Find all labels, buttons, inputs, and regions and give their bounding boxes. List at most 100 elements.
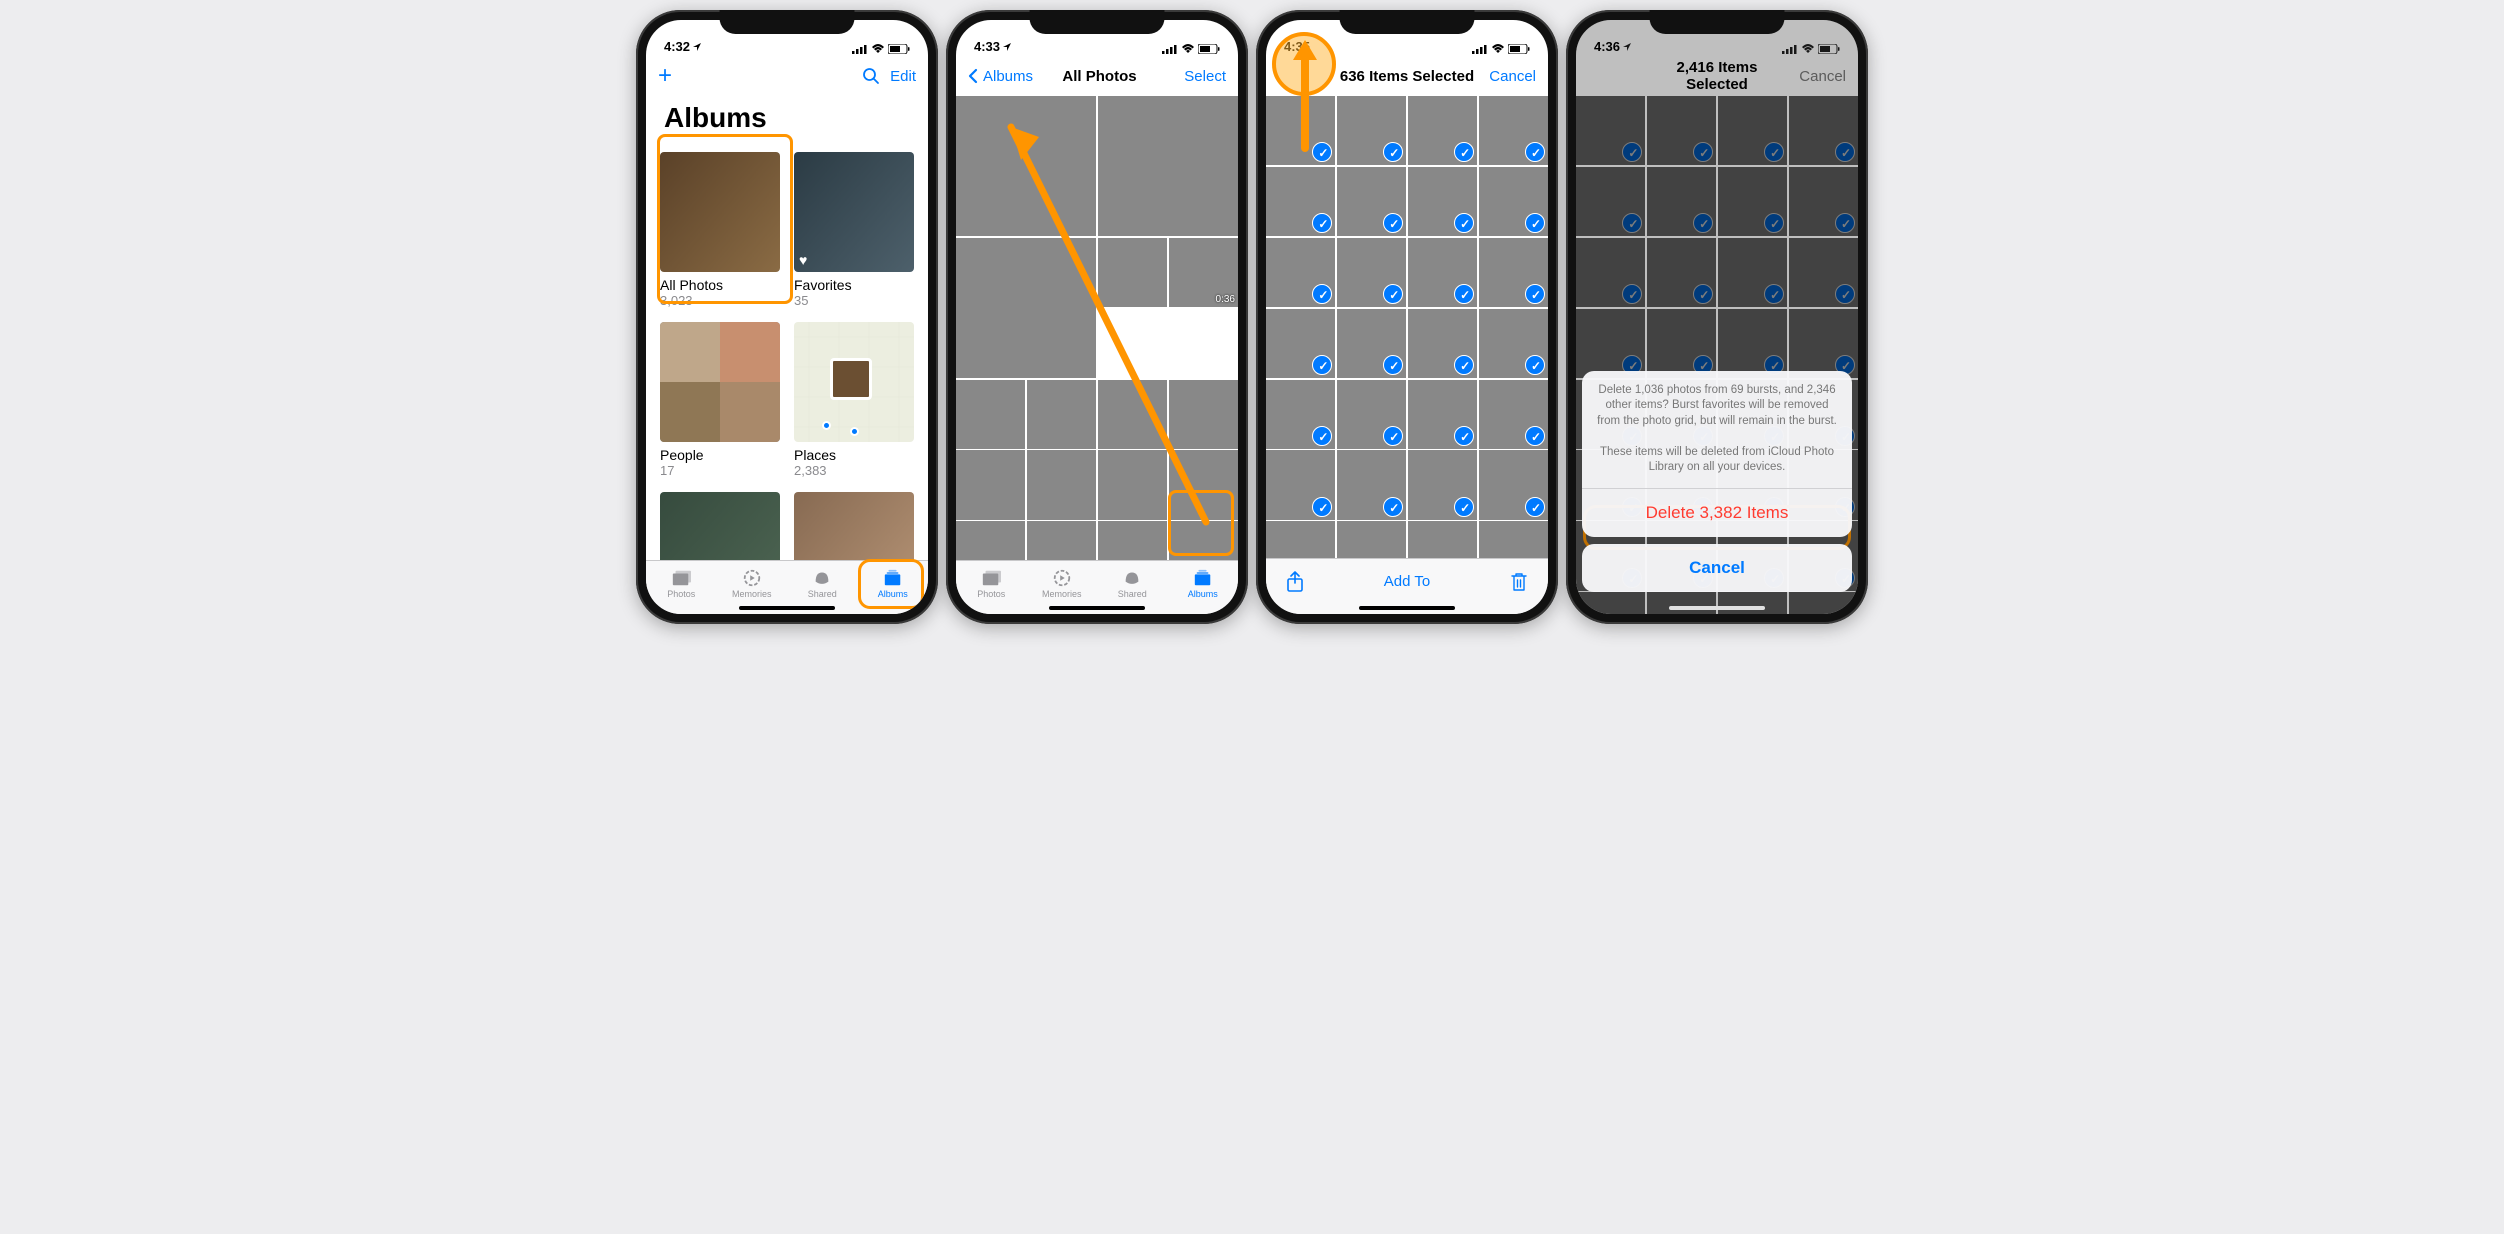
wifi-icon [1491,44,1505,54]
action-sheet-backdrop[interactable]: Delete 1,036 photos from 69 bursts, and … [1576,20,1858,614]
battery-icon [1198,44,1220,54]
photo-cell[interactable] [1408,380,1477,449]
photo-cell[interactable] [1479,380,1548,449]
photo-cell[interactable] [1098,521,1167,560]
photo-cell[interactable] [956,380,1025,449]
tab-memories[interactable]: Memories [1027,561,1098,606]
select-button[interactable]: Select [1184,68,1226,85]
photo-cell[interactable] [1337,450,1406,519]
album-tile[interactable] [660,492,780,560]
photo-cell[interactable] [1266,380,1335,449]
photo-cell[interactable] [1337,238,1406,307]
sheet-cancel-button[interactable]: Cancel [1582,544,1852,592]
tab-shared[interactable]: Shared [1097,561,1168,606]
nav-bar: Albums All Photos Select [956,56,1238,96]
delete-items-button[interactable]: Delete 3,382 Items [1582,489,1852,537]
photo-cell[interactable] [1337,309,1406,378]
tab-photos[interactable]: Photos [956,561,1027,606]
album-tile[interactable] [794,492,914,560]
home-indicator[interactable] [739,606,835,610]
photo-cell[interactable] [1337,96,1406,165]
album-favorites[interactable]: ♥ Favorites 35 [794,152,914,308]
wifi-icon [871,44,885,54]
tab-memories[interactable]: Memories [717,561,788,606]
tab-photos[interactable]: Photos [646,561,717,606]
photo-cell[interactable] [1337,167,1406,236]
home-indicator[interactable] [1049,606,1145,610]
photo-cell[interactable] [1266,96,1335,165]
photo-cell[interactable] [1027,450,1096,519]
photo-cell[interactable] [956,450,1025,519]
photo-cell[interactable] [1479,167,1548,236]
edit-button[interactable]: Edit [890,68,916,85]
photo-cell[interactable] [1098,238,1167,307]
photo-cell[interactable] [1479,521,1548,558]
back-button[interactable]: Albums [968,68,1033,85]
photo-cell[interactable] [1479,309,1548,378]
photo-cell[interactable] [1266,238,1335,307]
photo-grid-scroll[interactable] [1266,96,1548,558]
trash-icon[interactable] [1510,571,1528,593]
photo-cell[interactable] [1479,96,1548,165]
add-button[interactable]: + [658,62,672,90]
photo-cell[interactable] [956,96,1096,236]
phone-1-albums: 4:32 + Edit Albums [636,10,938,624]
cancel-button[interactable]: Cancel [1489,68,1536,85]
photo-cell[interactable] [1027,521,1096,560]
album-label: Places [794,447,914,463]
chevron-left-icon [968,68,978,84]
photo-cell[interactable] [956,521,1025,560]
location-icon [692,42,702,52]
photo-cell[interactable] [1479,238,1548,307]
notch [720,10,855,34]
annotation-ring [858,559,924,609]
photo-cell[interactable] [1027,380,1096,449]
albums-tab-icon [1192,568,1214,588]
photo-cell[interactable] [1408,309,1477,378]
photo-cell[interactable] [1408,238,1477,307]
photo-cell[interactable] [1266,167,1335,236]
cellular-icon [1162,44,1178,54]
search-icon[interactable] [862,67,880,85]
status-time: 4:32 [664,39,690,54]
album-count: 2,383 [794,463,914,478]
photo-cell[interactable] [1408,521,1477,558]
photo-cell[interactable] [1266,521,1335,558]
photo-cell[interactable] [1169,380,1238,449]
tab-shared[interactable]: Shared [787,561,858,606]
cellular-icon [1472,44,1488,54]
photo-cell[interactable] [1408,96,1477,165]
home-indicator[interactable] [1359,606,1455,610]
album-people[interactable]: People 17 [660,322,780,478]
photo-cell[interactable] [1408,167,1477,236]
notch [1650,10,1785,34]
tab-albums[interactable]: Albums [1168,561,1239,606]
wifi-icon [1181,44,1195,54]
photo-cell[interactable] [1408,450,1477,519]
share-icon[interactable] [1286,571,1304,593]
photo-cell[interactable] [1266,309,1335,378]
phone-4-delete-sheet: 4:36 2,416 Items Selected Cancel Delete … [1566,10,1868,624]
photo-cell[interactable]: 0:36 [1169,238,1238,307]
shared-tab-icon [811,568,833,588]
album-places[interactable]: Places 2,383 [794,322,914,478]
home-indicator[interactable] [1669,606,1765,610]
photo-cell[interactable] [1337,380,1406,449]
album-count: 35 [794,293,914,308]
battery-icon [1508,44,1530,54]
memories-tab-icon [741,568,763,588]
photo-cell[interactable] [1098,450,1167,519]
photo-cell[interactable] [1337,521,1406,558]
photo-cell[interactable] [956,238,1096,378]
photo-cell[interactable] [1266,450,1335,519]
shared-tab-icon [1121,568,1143,588]
nav-title: All Photos [1033,68,1166,85]
memories-tab-icon [1051,568,1073,588]
photo-cell[interactable] [1479,450,1548,519]
add-to-button[interactable]: Add To [1384,573,1430,590]
photo-cell[interactable] [1098,380,1167,449]
annotation-circle [1272,32,1336,96]
photo-cell[interactable] [1098,96,1238,236]
nav-title: 636 Items Selected [1338,68,1476,85]
notch [1030,10,1165,34]
